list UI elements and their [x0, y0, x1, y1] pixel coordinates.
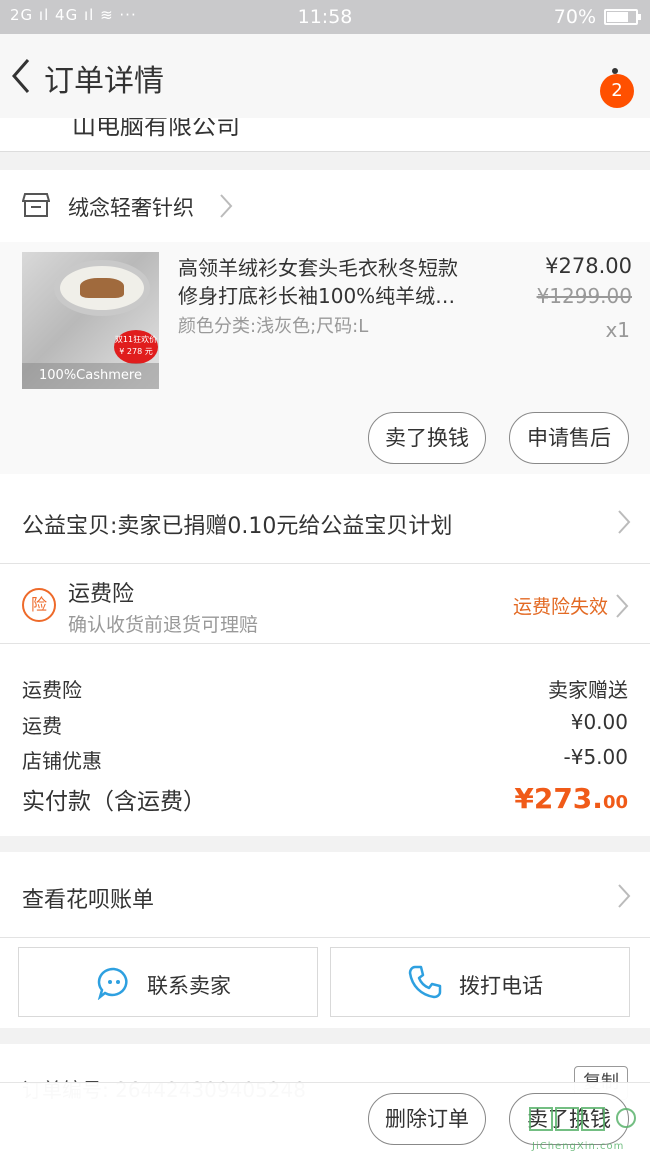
- contact-seller-button[interactable]: 联系卖家: [18, 947, 318, 1017]
- shop-row[interactable]: 绒念轻奢针织: [0, 170, 650, 242]
- total-value-cents: 00: [602, 792, 628, 813]
- charity-row[interactable]: 公益宝贝:卖家已捐赠0.10元给公益宝贝计划: [0, 474, 650, 564]
- chevron-right-icon: [220, 194, 233, 218]
- charity-text: 公益宝贝:卖家已捐赠0.10元给公益宝贝计划: [22, 514, 453, 539]
- chevron-left-icon[interactable]: [8, 56, 34, 96]
- battery-icon: [604, 9, 641, 25]
- chevron-right-icon: [618, 884, 631, 908]
- product-quantity: x1: [605, 318, 630, 342]
- fee-summary: 运费险 卖家赠送 运费 ¥0.00 店铺优惠 -¥5.00 实付款（含运费） ¥…: [0, 644, 650, 836]
- battery-indicator: 70%: [553, 6, 641, 28]
- huabei-text: 查看花呗账单: [22, 888, 155, 913]
- page-title: 订单详情: [44, 64, 164, 99]
- fee-value: ¥0.00: [570, 710, 628, 734]
- product-image[interactable]: 双11狂欢价 ¥ 278 元 100%Cashmere: [22, 252, 159, 389]
- contact-section: 联系卖家 拨打电话: [0, 938, 650, 1028]
- product-row[interactable]: 双11狂欢价 ¥ 278 元 100%Cashmere 高领羊绒衫女套头毛衣秋冬…: [0, 242, 650, 474]
- fee-label: 运费: [22, 714, 62, 738]
- product-title-line-1: 高领羊绒衫女套头毛衣秋冬短款: [178, 256, 458, 280]
- shop-name: 绒念轻奢针织: [68, 196, 194, 220]
- address-section: 山电脑有限公司: [0, 118, 650, 152]
- product-sku: 颜色分类:浅灰色;尺码:L: [178, 316, 369, 337]
- nav-bar: 订单详情 2: [0, 34, 650, 118]
- product-title: 高领羊绒衫女套头毛衣秋冬短款 修身打底衫长袖100%纯羊绒…: [178, 254, 488, 310]
- fee-value: 卖家赠送: [548, 678, 628, 702]
- call-phone-button[interactable]: 拨打电话: [330, 947, 630, 1017]
- notification-badge: 2: [600, 74, 634, 108]
- contact-seller-label: 联系卖家: [147, 974, 231, 998]
- store-icon: [22, 193, 50, 217]
- product-original-price: ¥1299.00: [536, 284, 632, 308]
- chevron-right-icon: [616, 594, 629, 618]
- promo-line-2: ¥ 278 元: [119, 347, 153, 356]
- watermark-logo-icon: [529, 1107, 636, 1131]
- call-phone-label: 拨打电话: [459, 974, 543, 998]
- sell-for-cash-button[interactable]: 卖了换钱: [368, 412, 486, 464]
- product-image-caption: 100%Cashmere: [22, 363, 159, 389]
- order-item-card: 绒念轻奢针织 双11狂欢价 ¥ 278 元 100%Cashmere 高领羊绒衫…: [0, 170, 650, 474]
- total-label: 实付款（含运费）: [22, 789, 206, 815]
- total-value-main: ¥273.: [514, 782, 603, 815]
- shipping-insurance-row[interactable]: 险 运费险 确认收货前退货可理赔 运费险失效: [0, 564, 650, 644]
- huabei-bill-row[interactable]: 查看花呗账单: [0, 852, 650, 938]
- battery-percent: 70%: [553, 6, 596, 28]
- address-text: 山电脑有限公司: [72, 118, 240, 140]
- phone-icon: [408, 965, 442, 999]
- chevron-right-icon: [618, 510, 631, 534]
- promo-line-1: 双11狂欢价: [114, 335, 158, 344]
- watermark-text: JiChengXin.com: [532, 1141, 625, 1152]
- fee-value: -¥5.00: [563, 745, 628, 769]
- insurance-status: 运费险失效: [512, 596, 608, 618]
- status-time: 11:58: [297, 6, 353, 28]
- site-watermark: JiChengXin.com: [526, 1104, 644, 1152]
- product-title-line-2: 修身打底衫长袖100%纯羊绒…: [178, 284, 456, 308]
- insurance-icon: 险: [22, 588, 56, 622]
- product-price: ¥278.00: [545, 254, 632, 278]
- insurance-subtitle: 确认收货前退货可理赔: [68, 614, 259, 636]
- fee-label: 运费险: [22, 678, 82, 702]
- apply-aftersale-button[interactable]: 申请售后: [509, 412, 629, 464]
- chat-bubble-icon: [97, 967, 128, 1000]
- fee-label: 店铺优惠: [22, 749, 102, 773]
- status-bar: 2G ıl 4G ıl ≋ ··· 11:58 70%: [0, 0, 650, 34]
- promo-sticker: 双11狂欢价 ¥ 278 元: [114, 330, 158, 364]
- insurance-title: 运费险: [68, 582, 135, 607]
- total-value: ¥273.00: [514, 782, 628, 815]
- delete-order-button[interactable]: 删除订单: [368, 1093, 486, 1145]
